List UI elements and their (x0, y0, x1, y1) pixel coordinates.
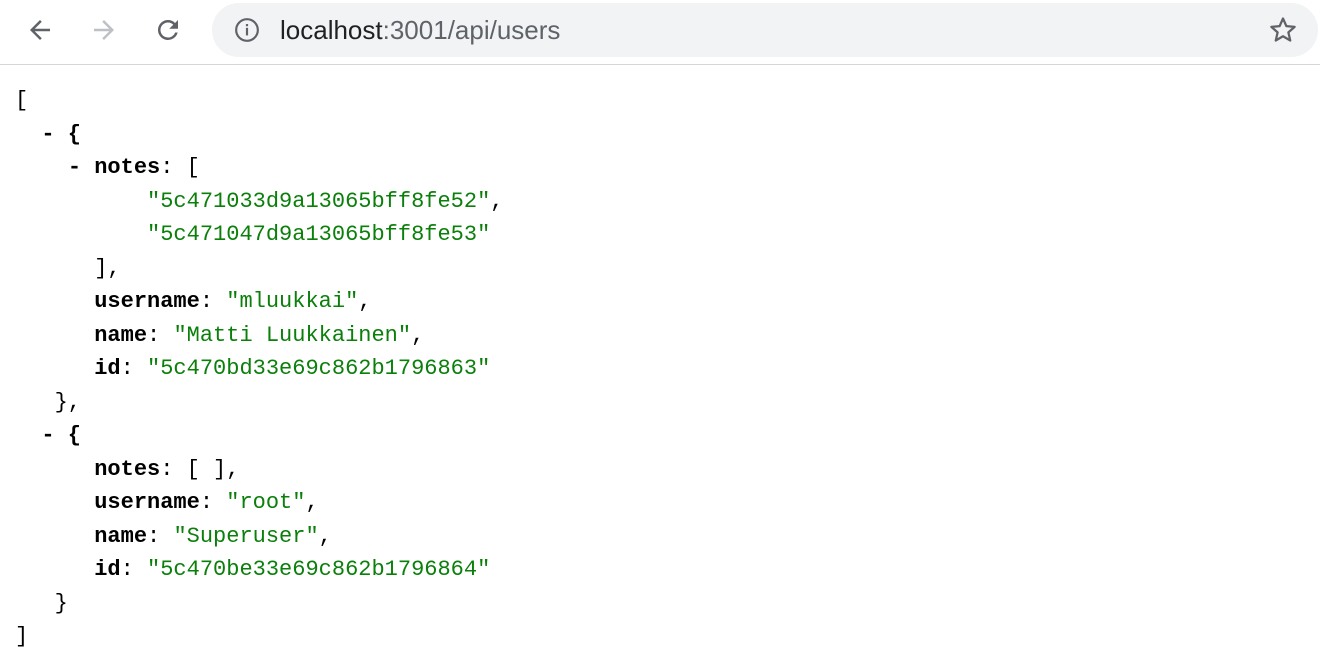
json-key: name (94, 523, 148, 549)
name-line: name: "Matti Luukkainen", (94, 322, 425, 348)
url-text[interactable]: localhost:3001/api/users (280, 15, 560, 45)
punctuation: : [ ], (160, 456, 240, 482)
star-icon[interactable] (1268, 15, 1298, 45)
name-line: name: "Superuser", (94, 523, 332, 549)
back-arrow-icon (30, 20, 50, 40)
url-path: :3001/api/users (382, 15, 561, 45)
array-close: ], (15, 252, 504, 286)
notes-line: notes: [ ], (15, 453, 504, 487)
collapse-toggle[interactable]: - { (41, 122, 81, 147)
json-string: "Superuser" (173, 523, 319, 549)
collapse-toggle[interactable]: - { (41, 423, 81, 448)
json-string: "5c470bd33e69c862b1796863" (147, 356, 491, 381)
id-line: id: "5c470bd33e69c862b1796863" (94, 356, 491, 381)
collapse-toggle[interactable]: - (68, 155, 94, 180)
object-open: - { (15, 419, 504, 453)
array-open-bracket: [ (15, 88, 29, 113)
json-string: "mluukkai" (226, 289, 359, 314)
punctuation: } (54, 590, 68, 616)
json-key: id (94, 557, 121, 582)
browser-toolbar: localhost:3001/api/users (0, 0, 1320, 65)
object-open: - { (15, 118, 504, 152)
notes-line: - notes: [ (15, 151, 504, 185)
forward-button[interactable] (84, 10, 124, 50)
url-host: localhost (280, 15, 383, 45)
address-bar[interactable]: localhost:3001/api/users (212, 3, 1318, 57)
username-line: username: "mluukkai", (94, 289, 372, 314)
object-close: } (15, 587, 504, 621)
json-key: name (94, 322, 148, 348)
json-key: username (94, 490, 200, 515)
reload-icon (157, 19, 178, 40)
punctuation: }, (54, 389, 82, 415)
json-string: "5c471047d9a13065bff8fe53" (147, 222, 491, 247)
json-string: "5c470be33e69c862b1796864" (147, 557, 491, 582)
reload-button[interactable] (148, 10, 188, 50)
array-value-line: "5c471033d9a13065bff8fe52", (147, 188, 504, 214)
username-line: username: "root", (94, 490, 319, 515)
forward-arrow-icon (94, 20, 114, 40)
json-key: username (94, 289, 200, 314)
info-icon[interactable] (234, 17, 260, 43)
json-string: "Matti Luukkainen" (173, 322, 412, 348)
array-value-line: "5c471047d9a13065bff8fe53" (15, 218, 504, 252)
id-line: id: "5c470be33e69c862b1796864" (94, 557, 491, 582)
json-string: "root" (226, 490, 306, 515)
json-key: id (94, 356, 121, 381)
punctuation: : [ (160, 155, 200, 180)
json-string: "5c471033d9a13065bff8fe52" (147, 188, 491, 214)
object-close: }, (15, 386, 504, 420)
json-key: notes (94, 155, 161, 180)
punctuation: ], (94, 255, 121, 281)
json-key: notes (94, 456, 161, 482)
json-viewer: [ - { - notes: [ "5c471033d9a13065bff8fe… (15, 84, 504, 654)
back-button[interactable] (20, 10, 60, 50)
array-close-bracket: ] (15, 624, 29, 649)
